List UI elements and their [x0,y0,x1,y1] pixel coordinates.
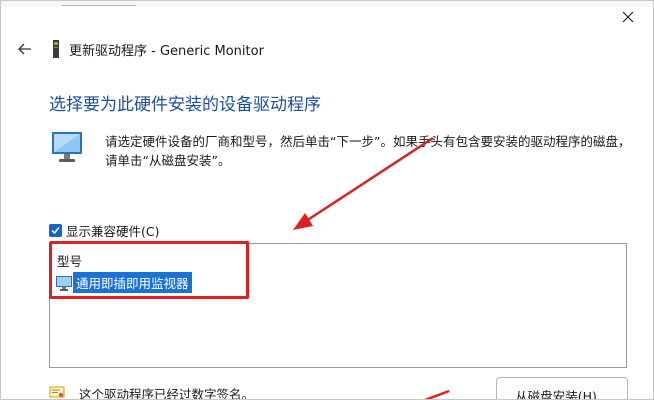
checkmark-icon [51,227,60,235]
show-compatible-checkbox[interactable]: 显示兼容硬件(C) [49,221,159,240]
model-list-header: 型号 [57,254,83,269]
certificate-icon [49,386,65,398]
have-disk-button[interactable]: 从磁盘安装(H)... [496,377,628,399]
signed-status: 这个驱动程序已经过数字签名。 [79,387,255,400]
monitor-small-icon [56,275,72,291]
update-driver-dialog: 更新驱动程序 - Generic Monitor 选择要为此硬件安装的设备驱动程… [0,0,654,400]
description-line-2: 请单击“从磁盘安装”。 [105,153,231,168]
top-strip [1,1,653,7]
top-strip-mark [61,1,136,6]
back-arrow-icon [18,43,31,55]
back-button[interactable] [15,39,35,59]
close-icon [622,11,634,23]
description: 请选定硬件设备的厂商和型号，然后单击“下一步”。如果手头有包含要安装的驱动程序的… [105,132,635,170]
checkbox-box[interactable] [49,224,62,237]
monitor-icon [52,132,82,162]
close-button[interactable] [613,5,643,29]
show-compatible-label: 显示兼容硬件(C) [66,224,160,239]
window-title: 更新驱动程序 - Generic Monitor [69,44,264,59]
model-list-item-label: 通用即插即用监视器 [73,272,192,293]
page-heading: 选择要为此硬件安装的设备驱动程序 [49,95,321,115]
description-line-1: 请选定硬件设备的厂商和型号，然后单击“下一步”。如果手头有包含要安装的驱动程序的… [105,134,631,149]
model-list[interactable]: 型号 通用即插即用监视器 [49,243,627,368]
annotation-arrow-2-icon [424,389,450,399]
device-icon [53,40,59,58]
model-list-item[interactable]: 通用即插即用监视器 [55,272,192,293]
